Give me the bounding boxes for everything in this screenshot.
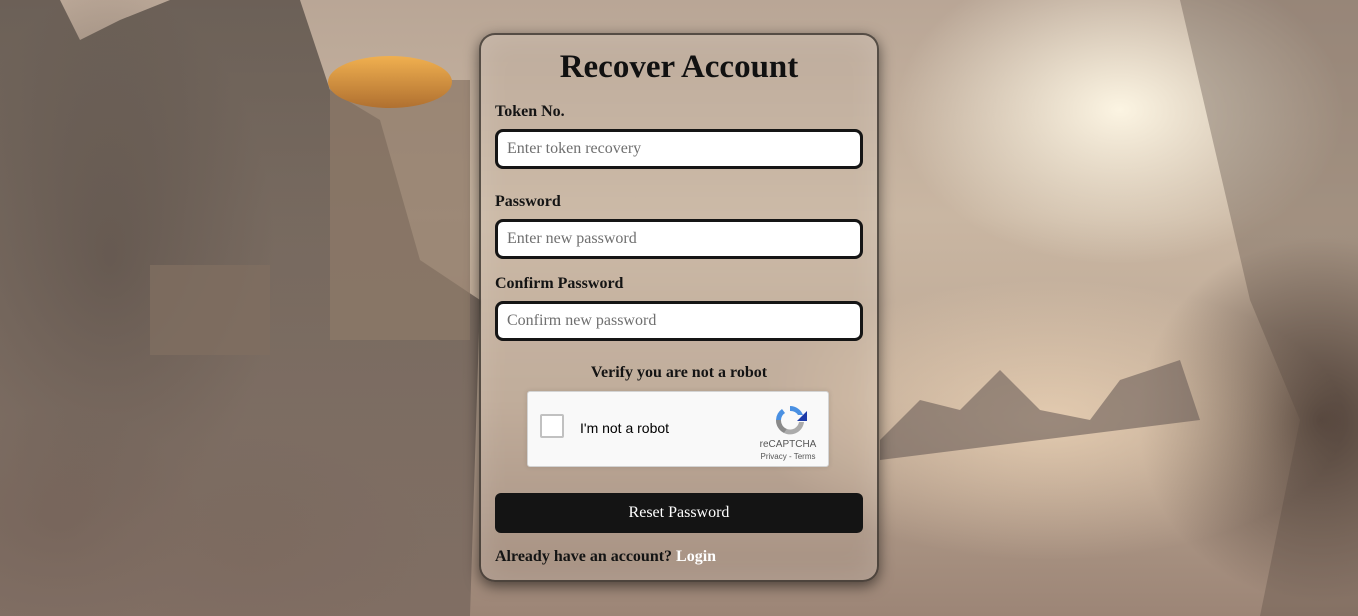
- reset-password-button[interactable]: Reset Password: [495, 493, 863, 533]
- links-separator: -: [786, 452, 794, 461]
- recaptcha-links: Privacy - Terms: [748, 452, 828, 461]
- confirm-password-input[interactable]: [495, 301, 863, 341]
- password-label: Password: [495, 193, 561, 210]
- captcha-prompt: Verify you are not a robot: [590, 364, 768, 381]
- password-input[interactable]: [495, 219, 863, 259]
- token-input[interactable]: [495, 129, 863, 169]
- login-link[interactable]: Login: [676, 548, 716, 565]
- recaptcha-logo-icon: [775, 406, 807, 435]
- token-label: Token No.: [495, 103, 565, 120]
- recaptcha-checkbox[interactable]: [540, 414, 564, 438]
- login-prompt: Already have an account? Login: [495, 548, 716, 566]
- recaptcha-label: I'm not a robot: [580, 420, 670, 436]
- terms-link[interactable]: Terms: [794, 452, 816, 461]
- page-title: Recover Account: [559, 49, 799, 85]
- recaptcha-brand: reCAPTCHA: [759, 439, 817, 450]
- privacy-link[interactable]: Privacy: [761, 452, 787, 461]
- confirm-password-label: Confirm Password: [495, 275, 624, 292]
- login-prompt-text: Already have an account?: [495, 548, 673, 565]
- recaptcha-widget: I'm not a robot reCAPTCHA Privacy - Term…: [527, 391, 829, 467]
